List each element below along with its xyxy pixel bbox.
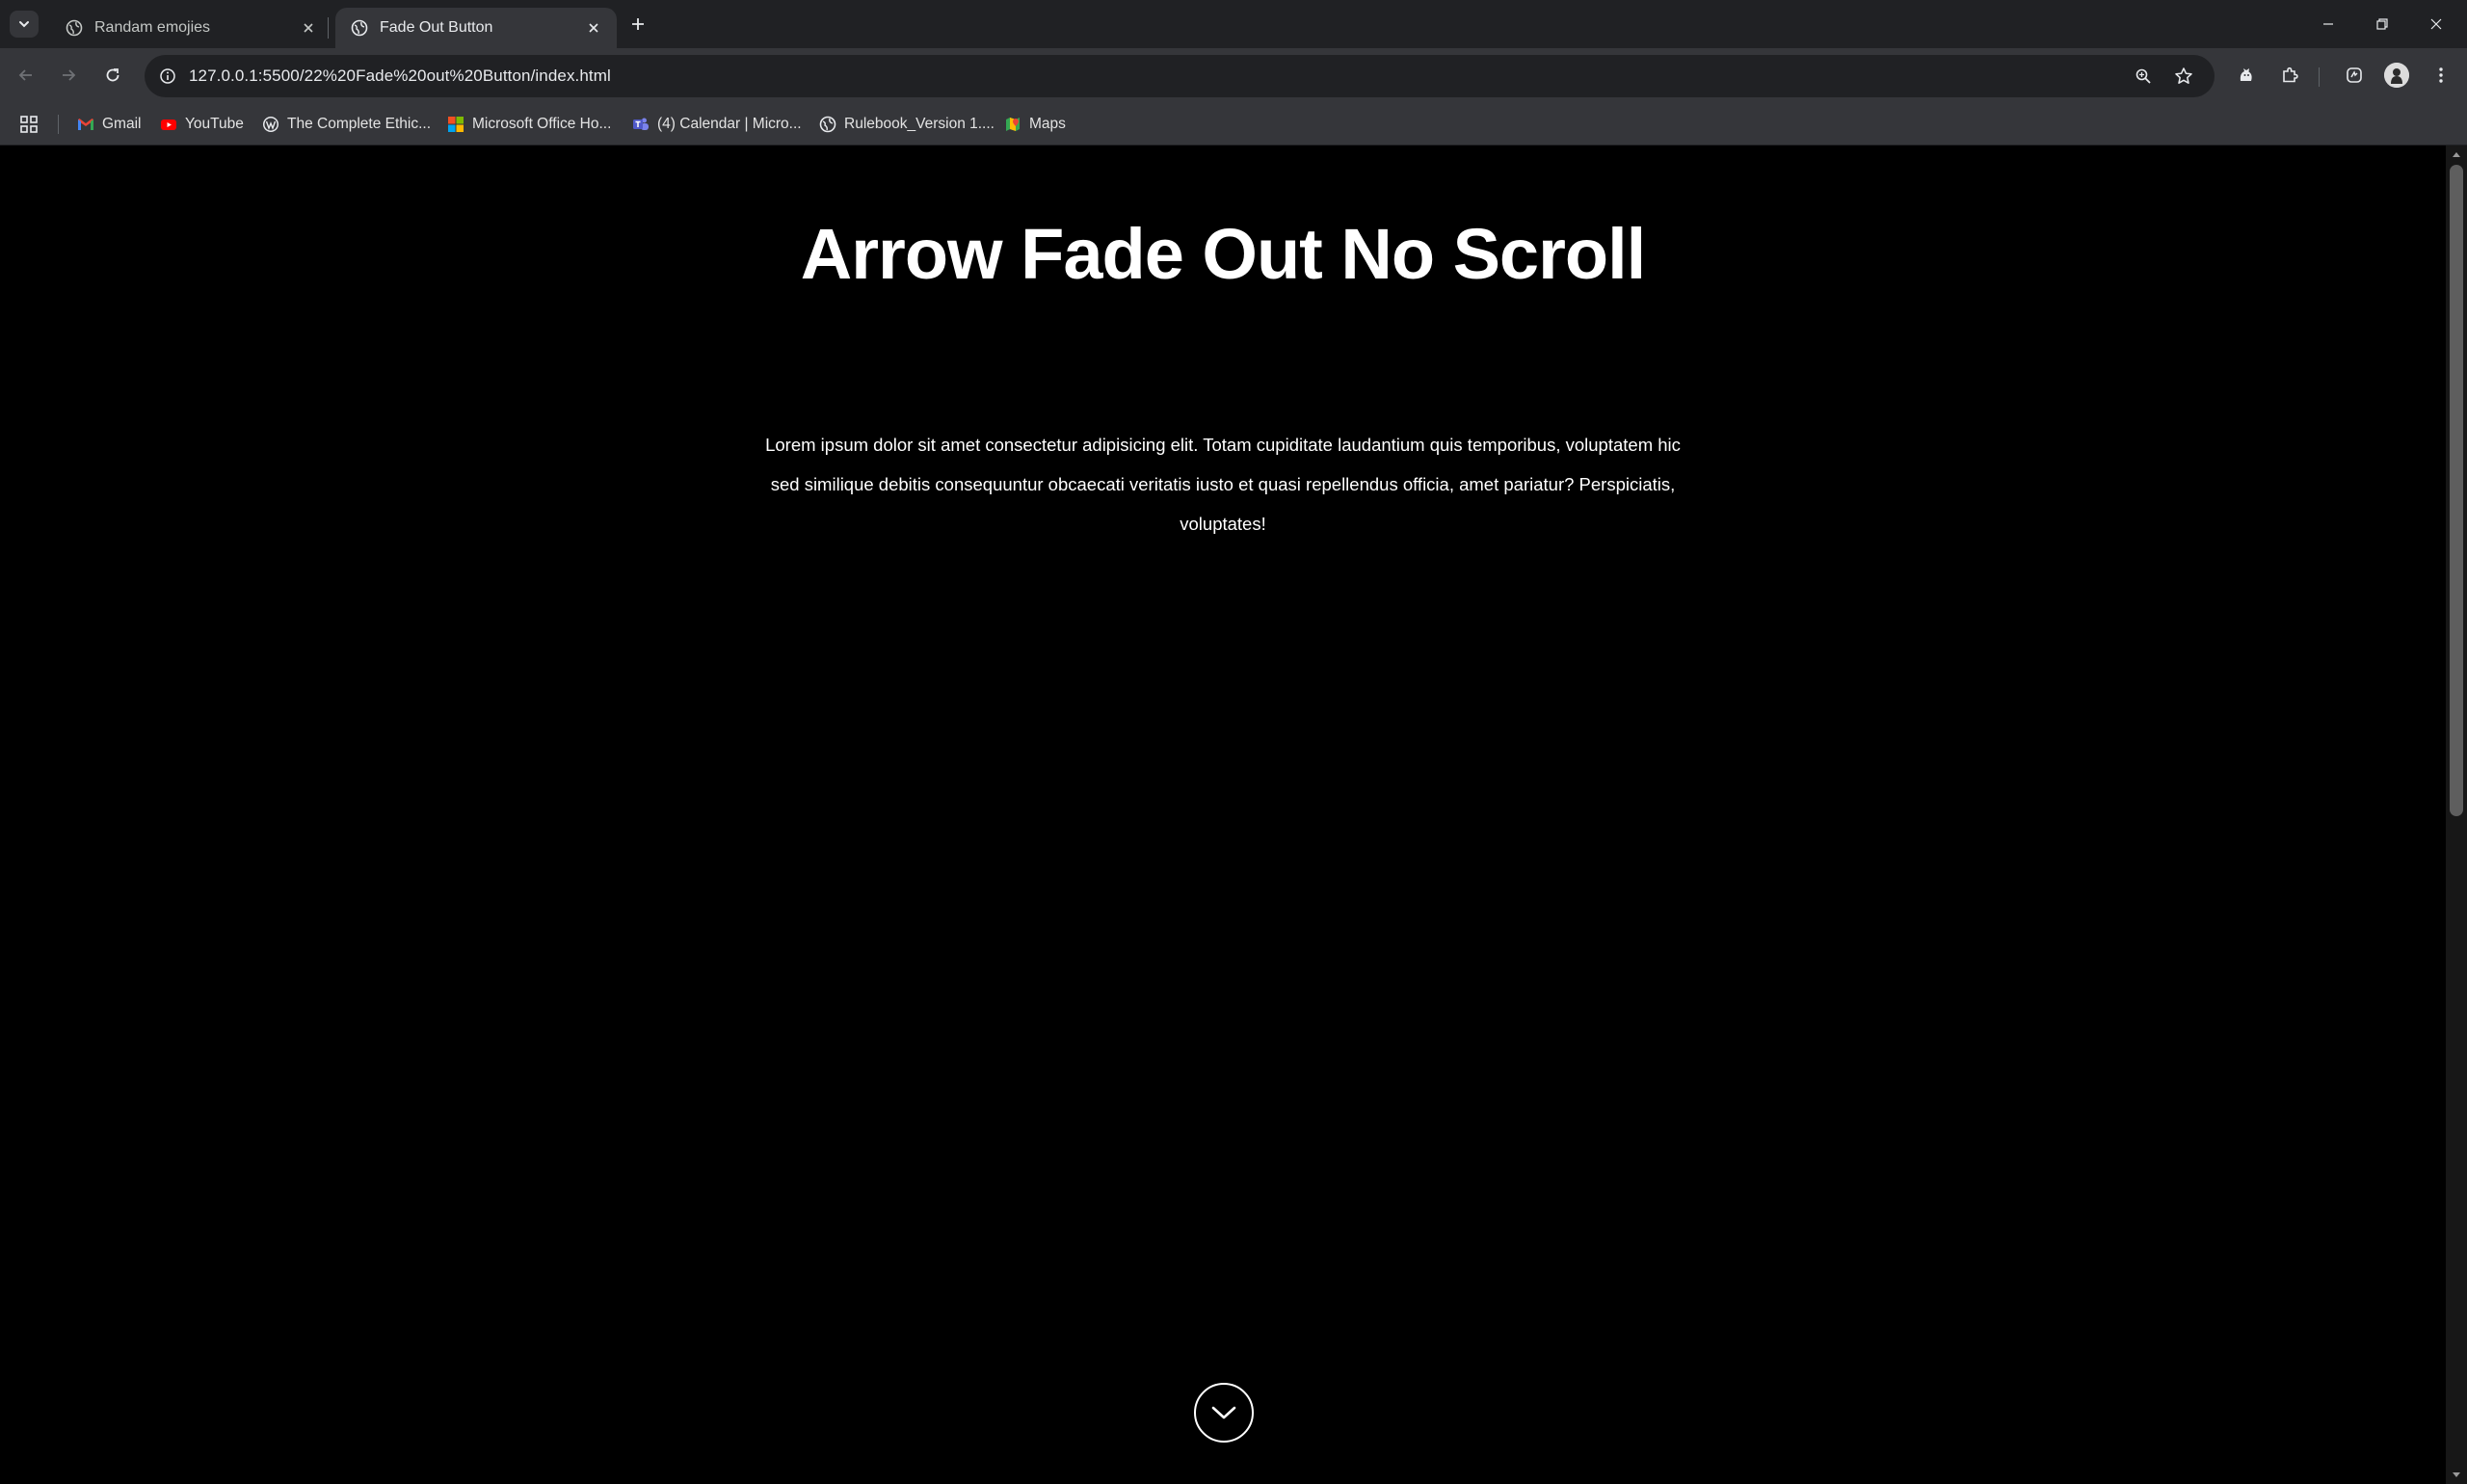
page-title: Arrow Fade Out No Scroll: [800, 214, 1646, 294]
extension-cat-button[interactable]: [2232, 61, 2261, 90]
bookmarks-separator: [58, 115, 59, 134]
plus-icon: [632, 18, 644, 30]
bookmarks-bar: Gmail YouTube The Complete Ethic... Micr…: [0, 103, 2467, 146]
tab-fade-out-button[interactable]: Fade Out Button: [335, 8, 617, 48]
puzzle-icon: [2283, 66, 2298, 83]
menu-button[interactable]: [2427, 61, 2455, 90]
restore-icon: [2376, 18, 2388, 30]
bookmark-label: Microsoft Office Ho...: [472, 116, 612, 132]
minimize-icon: [2323, 23, 2333, 25]
cat-extension-icon: [2240, 68, 2252, 81]
bookmark-label: YouTube: [185, 116, 244, 132]
chevron-down-icon: [19, 21, 29, 28]
vertical-scrollbar[interactable]: [2446, 146, 2467, 1484]
arrow-left-icon: [18, 69, 32, 81]
bookmark-rulebook[interactable]: Rulebook_Version 1....: [819, 113, 995, 136]
bookmark-complete-ethic[interactable]: The Complete Ethic...: [262, 113, 431, 136]
tab-strip: Randam emojies Fade Out Button: [0, 0, 2467, 48]
new-tab-button[interactable]: [624, 11, 651, 38]
toolbar: 127.0.0.1:5500/22%20Fade%20out%20Button/…: [0, 48, 2467, 103]
scroll-down-arrow-button[interactable]: [1194, 1383, 1254, 1443]
close-icon: [2430, 18, 2442, 30]
arrow-right-icon: [63, 69, 76, 81]
bookmark-label: The Complete Ethic...: [287, 116, 432, 132]
bookmark-youtube[interactable]: YouTube: [160, 113, 244, 136]
bookmark-gmail[interactable]: Gmail: [77, 113, 141, 136]
globe-icon: [351, 19, 368, 37]
close-icon: [589, 23, 598, 33]
close-window-button[interactable]: [2409, 0, 2463, 48]
bookmark-microsoft-office[interactable]: Microsoft Office Ho...: [447, 113, 611, 136]
bookmark-label: Maps: [1029, 116, 1066, 132]
restore-button[interactable]: [2355, 0, 2409, 48]
bookmark-label: Gmail: [102, 116, 142, 132]
bookmark-label: (4) Calendar | Micro...: [657, 116, 802, 132]
maps-icon: [1006, 118, 1020, 131]
reload-icon: [106, 68, 119, 82]
address-bar-url[interactable]: 127.0.0.1:5500/22%20Fade%20out%20Button/…: [189, 66, 611, 86]
back-button[interactable]: [12, 61, 40, 90]
scroll-up-button[interactable]: [2446, 146, 2467, 163]
tab-title: Fade Out Button: [380, 19, 493, 36]
performance-button[interactable]: [2340, 61, 2369, 90]
gmail-icon: [78, 119, 93, 130]
scrollbar-thumb[interactable]: [2450, 165, 2463, 816]
tab-separator: [328, 17, 329, 39]
wordpress-icon: [263, 117, 279, 132]
zoom-icon[interactable]: [2132, 65, 2155, 88]
forward-button[interactable]: [54, 61, 83, 90]
browser-window: Randam emojies Fade Out Button 127.0.0.1…: [0, 0, 2467, 1484]
close-icon: [304, 23, 313, 33]
tab-randam-emojies[interactable]: Randam emojies: [50, 8, 332, 48]
triangle-down-icon: [2453, 1472, 2460, 1477]
microsoft-icon: [448, 117, 464, 132]
apps-grid-icon[interactable]: [19, 115, 39, 134]
address-bar[interactable]: 127.0.0.1:5500/22%20Fade%20out%20Button/…: [145, 55, 2215, 97]
bookmark-maps[interactable]: Maps: [1004, 113, 1066, 136]
scroll-down-button[interactable]: [2446, 1467, 2467, 1484]
extensions-button[interactable]: [2275, 61, 2304, 90]
youtube-icon: [161, 119, 176, 130]
profile-avatar[interactable]: [2384, 63, 2409, 88]
tab-title: Randam emojies: [94, 19, 211, 36]
page-paragraph: Lorem ipsum dolor sit amet consectetur a…: [765, 435, 1681, 534]
page-viewport: Arrow Fade Out No Scroll Lorem ipsum dol…: [0, 146, 2446, 1484]
speedometer-icon: [2347, 67, 2362, 83]
chevron-down-icon: [1211, 1406, 1236, 1419]
reload-button[interactable]: [98, 61, 127, 90]
globe-icon: [819, 116, 836, 133]
kebab-menu-icon: [2439, 67, 2443, 83]
bookmark-star-icon[interactable]: [2172, 65, 2195, 88]
bookmark-calendar[interactable]: (4) Calendar | Micro...: [632, 113, 802, 136]
site-info-icon[interactable]: [156, 65, 179, 88]
triangle-up-icon: [2453, 152, 2460, 157]
toolbar-separator: [2319, 67, 2320, 87]
tab-close-button[interactable]: [299, 18, 318, 38]
minimize-button[interactable]: [2301, 0, 2355, 48]
tab-close-button[interactable]: [584, 18, 603, 38]
globe-icon: [66, 19, 83, 37]
teams-icon: [633, 118, 649, 130]
bookmark-label: Rulebook_Version 1....: [844, 116, 995, 132]
tab-search-button[interactable]: [10, 11, 39, 38]
